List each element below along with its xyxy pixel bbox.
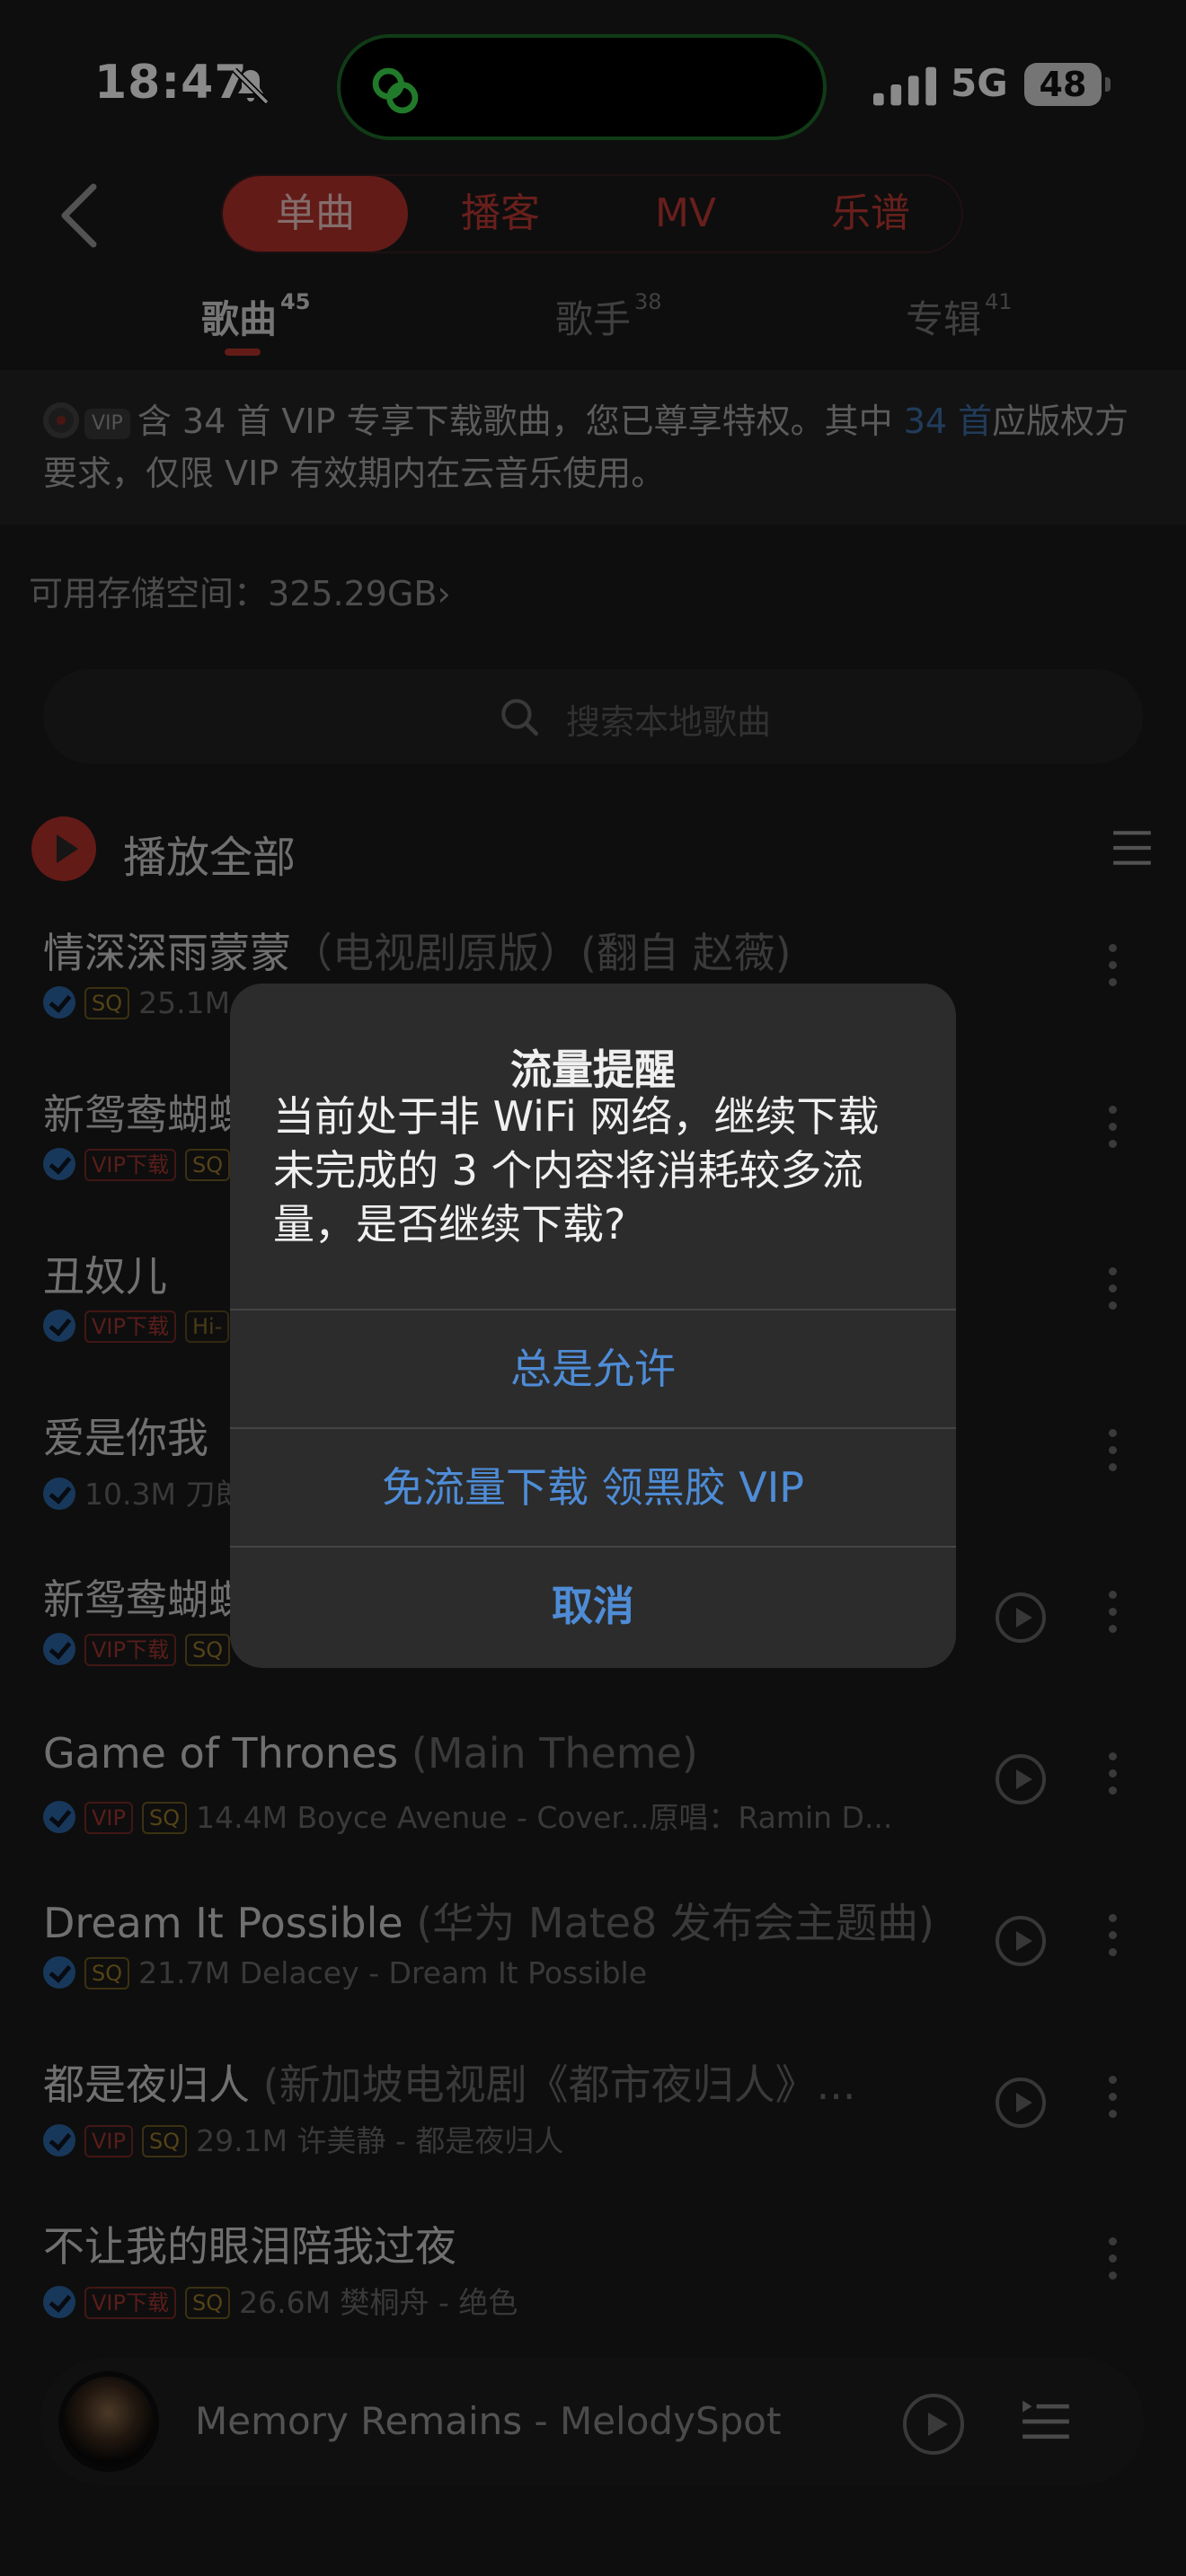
always-allow-button[interactable]: 总是允许 [230, 1309, 956, 1427]
alert-title: 流量提醒 [510, 1045, 676, 1094]
free-data-vip-button[interactable]: 免流量下载 领黑胶 VIP [230, 1427, 956, 1546]
alert-message: 当前处于非 WiFi 网络，继续下载未完成的 3 个内容将消耗较多流量，是否继续… [273, 1092, 880, 1248]
cancel-button[interactable]: 取消 [230, 1546, 956, 1664]
data-usage-alert: 流量提醒 当前处于非 WiFi 网络，继续下载未完成的 3 个内容将消耗较多流量… [230, 984, 956, 1668]
